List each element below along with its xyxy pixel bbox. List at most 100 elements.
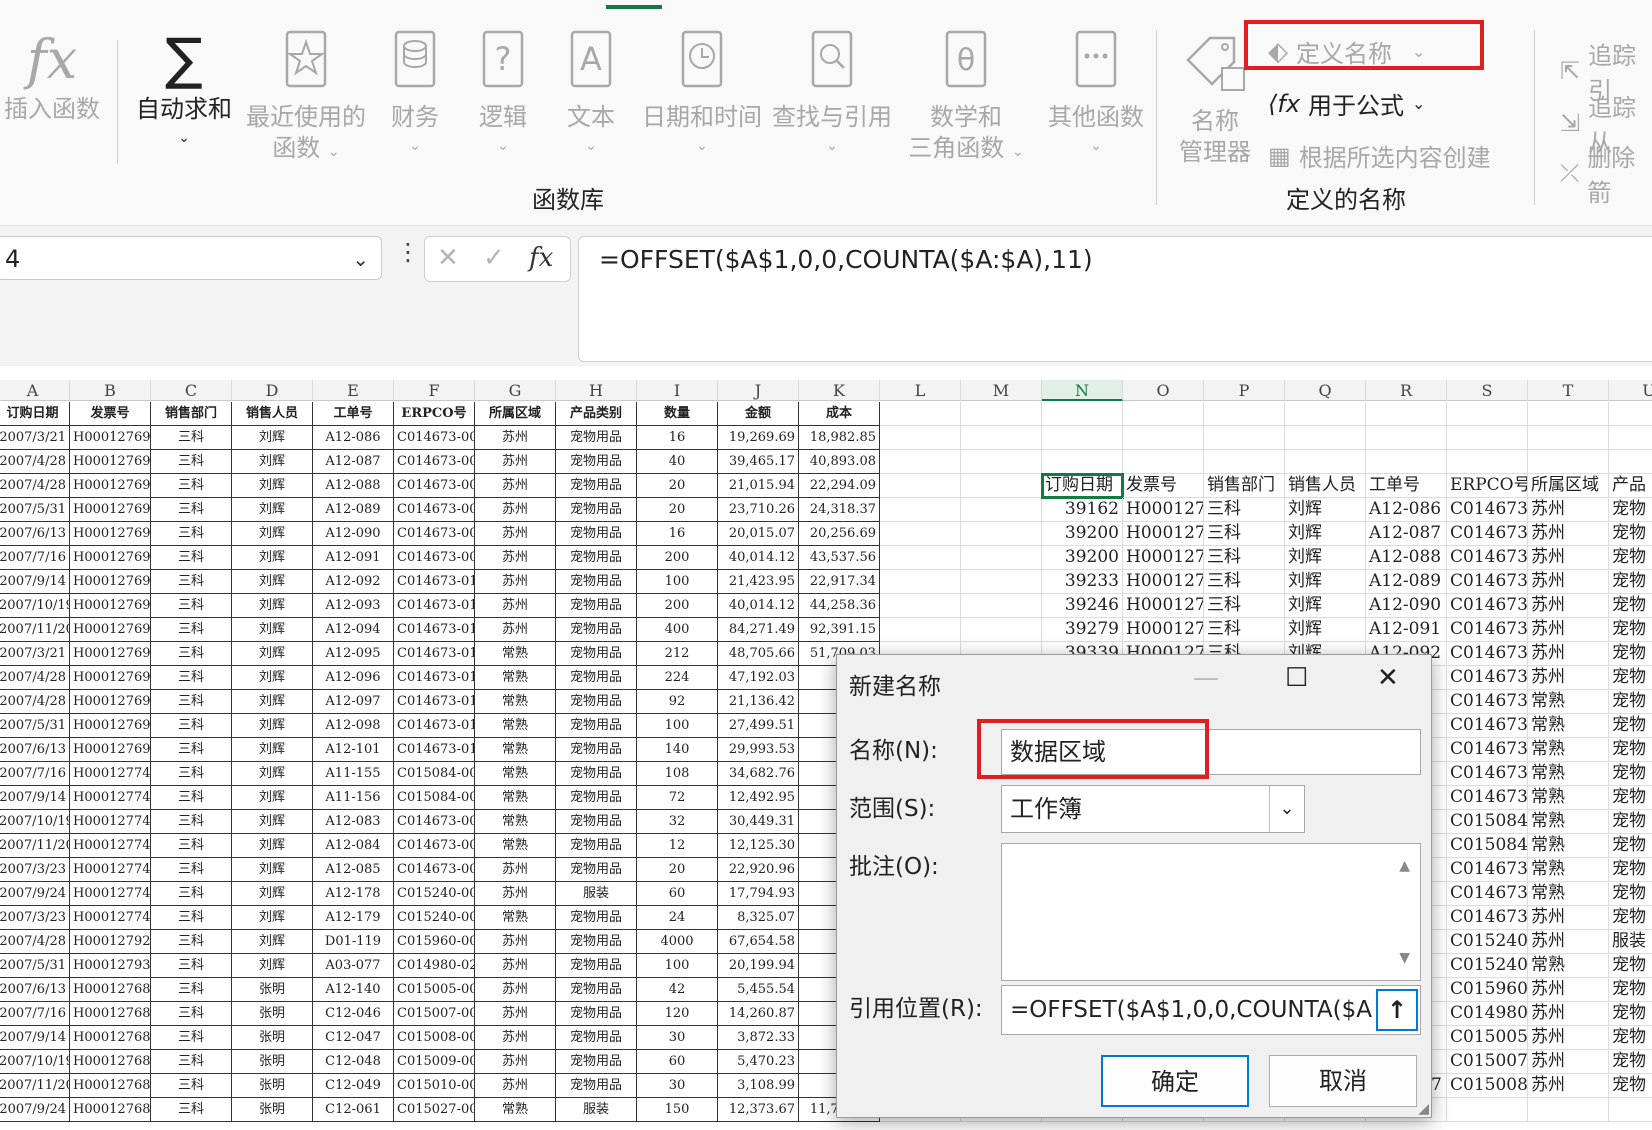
empty-cell[interactable] [880, 546, 961, 570]
table-cell[interactable]: 2007/5/31 [0, 954, 70, 978]
more-options-icon[interactable]: ⋮ [396, 238, 420, 266]
empty-cell[interactable] [961, 594, 1042, 618]
result-cell[interactable]: 苏州 [1528, 618, 1609, 642]
table-cell[interactable]: A12-089 [313, 498, 394, 522]
table-cell[interactable]: H00012769 [70, 498, 151, 522]
result-cell[interactable]: C014673-( [1447, 498, 1528, 522]
table-cell[interactable]: 常熟 [475, 906, 556, 930]
table-header-cell[interactable]: 订购日期 [0, 402, 70, 426]
table-cell[interactable]: 2007/10/19 [0, 594, 70, 618]
result-cell[interactable]: C015007-( [1447, 1050, 1528, 1074]
table-cell[interactable]: 23,710.26 [718, 498, 799, 522]
table-cell[interactable]: A12-090 [313, 522, 394, 546]
table-cell[interactable]: 120 [637, 1002, 718, 1026]
table-cell[interactable]: C014673-004 [394, 426, 475, 450]
fx-icon[interactable]: fx [529, 243, 553, 273]
scroll-up-icon[interactable]: ▲ [1399, 858, 1410, 874]
table-cell[interactable]: 48,705.66 [718, 642, 799, 666]
table-cell[interactable]: 刘辉 [232, 666, 313, 690]
table-cell[interactable]: 三科 [151, 522, 232, 546]
table-cell[interactable]: 2007/9/14 [0, 570, 70, 594]
table-cell[interactable]: 44,258.36 [799, 594, 880, 618]
table-cell[interactable]: 三科 [151, 786, 232, 810]
column-header[interactable]: P [1204, 380, 1285, 401]
table-cell[interactable]: 宠物用品 [556, 834, 637, 858]
table-cell[interactable]: H00012774 [70, 882, 151, 906]
empty-cell[interactable] [880, 498, 961, 522]
table-cell[interactable]: A12-178 [313, 882, 394, 906]
result-cell[interactable]: C015084-( [1447, 834, 1528, 858]
table-header-cell[interactable]: 产品类别 [556, 402, 637, 426]
table-cell[interactable]: A12-084 [313, 834, 394, 858]
table-cell[interactable]: 三科 [151, 762, 232, 786]
resize-grip-icon[interactable]: ◢ [1418, 1101, 1429, 1117]
empty-cell[interactable] [961, 546, 1042, 570]
column-header[interactable]: L [880, 380, 961, 401]
table-cell[interactable]: 47,192.03 [718, 666, 799, 690]
table-cell[interactable]: 三科 [151, 690, 232, 714]
table-cell[interactable]: 宠物用品 [556, 762, 637, 786]
result-cell[interactable]: 宠物 [1609, 810, 1652, 834]
table-cell[interactable]: 16 [637, 426, 718, 450]
table-cell[interactable]: H00012774 [70, 762, 151, 786]
empty-cell[interactable] [880, 594, 961, 618]
table-cell[interactable]: A12-101 [313, 738, 394, 762]
table-cell[interactable]: 宠物用品 [556, 1026, 637, 1050]
table-cell[interactable]: C014673-008 [394, 522, 475, 546]
table-cell[interactable]: 三科 [151, 930, 232, 954]
result-cell[interactable]: 宠物 [1609, 546, 1652, 570]
table-cell[interactable]: 2007/11/20 [0, 1074, 70, 1098]
table-cell[interactable]: 三科 [151, 882, 232, 906]
empty-cell[interactable] [1204, 450, 1285, 474]
table-cell[interactable]: 宠物用品 [556, 666, 637, 690]
table-cell[interactable]: 三科 [151, 594, 232, 618]
result-cell[interactable]: H00012769 [1123, 570, 1204, 594]
table-cell[interactable]: 张明 [232, 1098, 313, 1122]
table-cell[interactable]: A12-095 [313, 642, 394, 666]
column-header[interactable]: U [1609, 380, 1652, 401]
table-cell[interactable]: 张明 [232, 1026, 313, 1050]
result-cell[interactable]: 三科 [1204, 546, 1285, 570]
result-cell[interactable]: C015240-( [1447, 954, 1528, 978]
text-button[interactable]: A 文本 ⌄ [556, 30, 626, 162]
table-cell[interactable]: 2007/3/21 [0, 426, 70, 450]
scope-select[interactable]: 工作簿 ⌄ [1001, 785, 1305, 833]
result-cell[interactable]: C014673-( [1447, 786, 1528, 810]
table-cell[interactable]: 20 [637, 858, 718, 882]
create-from-selection-button[interactable]: ▦ 根据所选内容创建 [1268, 138, 1491, 173]
column-header[interactable]: K [799, 380, 880, 401]
table-cell[interactable]: 三科 [151, 714, 232, 738]
result-cell[interactable]: 苏州 [1528, 1074, 1609, 1098]
table-cell[interactable]: 2007/11/20 [0, 618, 70, 642]
table-cell[interactable]: 常熟 [475, 666, 556, 690]
result-cell[interactable]: C014673-( [1447, 570, 1528, 594]
table-cell[interactable]: 三科 [151, 570, 232, 594]
result-cell[interactable]: 常熟 [1528, 882, 1609, 906]
result-cell[interactable]: 常熟 [1528, 714, 1609, 738]
table-cell[interactable]: 三科 [151, 642, 232, 666]
empty-cell[interactable] [880, 570, 961, 594]
table-cell[interactable]: 刘辉 [232, 762, 313, 786]
table-cell[interactable]: H00012768 [70, 1002, 151, 1026]
other-functions-button[interactable]: 其他函数 ⌄ [1034, 30, 1158, 162]
table-cell[interactable]: 三科 [151, 666, 232, 690]
table-cell[interactable]: 宠物用品 [556, 474, 637, 498]
table-cell[interactable]: 刘辉 [232, 834, 313, 858]
result-cell[interactable]: C015084-( [1447, 810, 1528, 834]
table-cell[interactable]: 宠物用品 [556, 1050, 637, 1074]
table-cell[interactable]: 刘辉 [232, 786, 313, 810]
table-cell[interactable]: C014673-006 [394, 474, 475, 498]
table-cell[interactable]: 92 [637, 690, 718, 714]
table-cell[interactable]: 刘辉 [232, 858, 313, 882]
table-cell[interactable]: C12-061 [313, 1098, 394, 1122]
table-cell[interactable]: 2007/5/31 [0, 498, 70, 522]
result-cell[interactable]: 常熟 [1528, 762, 1609, 786]
table-cell[interactable]: 三科 [151, 810, 232, 834]
table-cell[interactable]: 2007/6/13 [0, 522, 70, 546]
table-cell[interactable]: H00012768 [70, 1050, 151, 1074]
table-cell[interactable]: C015008-001 [394, 1026, 475, 1050]
table-cell[interactable]: 三科 [151, 426, 232, 450]
table-cell[interactable]: 宠物用品 [556, 810, 637, 834]
table-cell[interactable]: 20 [637, 498, 718, 522]
empty-cell[interactable] [1042, 450, 1123, 474]
